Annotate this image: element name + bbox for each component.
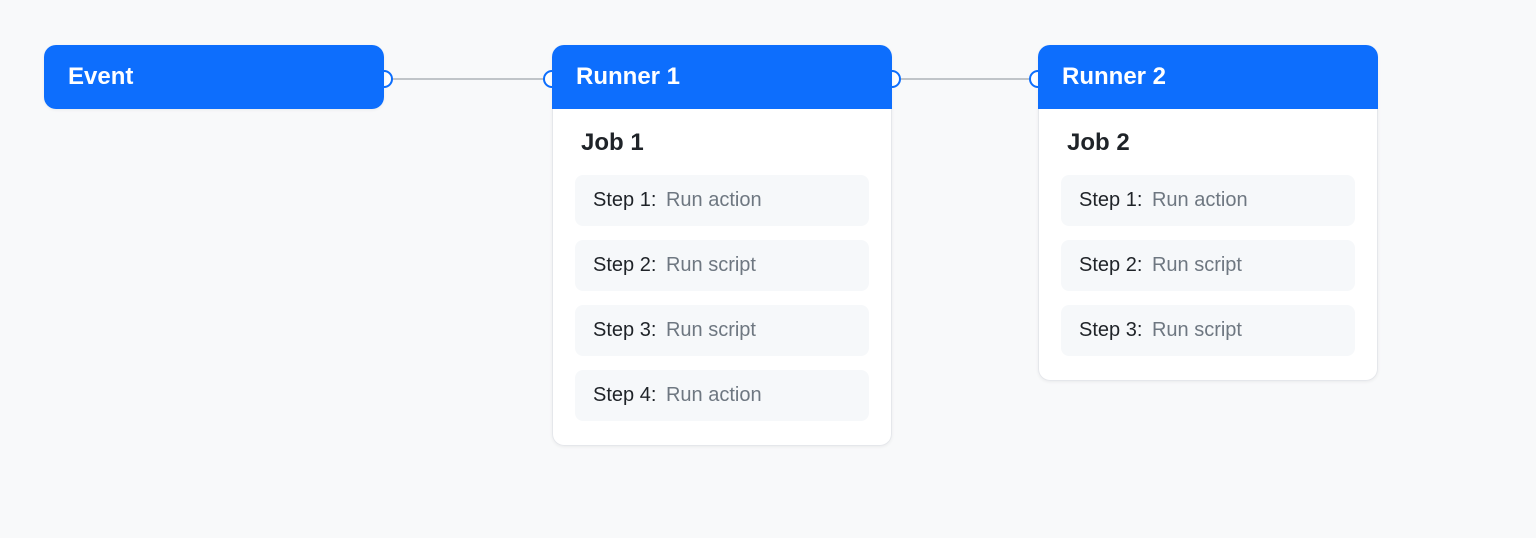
step-desc: Run action <box>666 189 762 211</box>
job-2-step-3: Step 3: Run script <box>1061 305 1355 356</box>
connector-runner1-to-runner2 <box>892 78 1038 80</box>
step-label: Step 1: <box>1079 189 1142 211</box>
event-node: Event <box>44 45 384 109</box>
step-desc: Run script <box>666 254 756 276</box>
step-desc: Run script <box>1152 254 1242 276</box>
step-desc: Run script <box>1152 319 1242 341</box>
job-1-step-2: Step 2: Run script <box>575 240 869 291</box>
job-1-title: Job 1 <box>575 129 869 157</box>
step-desc: Run action <box>1152 189 1248 211</box>
job-1-step-4: Step 4: Run action <box>575 370 869 421</box>
step-label: Step 2: <box>1079 254 1142 276</box>
job-1-step-1: Step 1: Run action <box>575 175 869 226</box>
step-label: Step 2: <box>593 254 656 276</box>
runner-1-body: Job 1 Step 1: Run action Step 2: Run scr… <box>552 109 892 446</box>
connector-event-to-runner1 <box>384 78 552 80</box>
runner-1-title: Runner 1 <box>552 45 892 109</box>
job-2-step-2: Step 2: Run script <box>1061 240 1355 291</box>
step-label: Step 4: <box>593 384 656 406</box>
step-label: Step 3: <box>1079 319 1142 341</box>
step-label: Step 3: <box>593 319 656 341</box>
runner-2-title: Runner 2 <box>1038 45 1378 109</box>
step-desc: Run script <box>666 319 756 341</box>
event-title: Event <box>44 45 384 109</box>
step-desc: Run action <box>666 384 762 406</box>
step-label: Step 1: <box>593 189 656 211</box>
job-1-step-3: Step 3: Run script <box>575 305 869 356</box>
job-2-step-1: Step 1: Run action <box>1061 175 1355 226</box>
runner-1-node: Runner 1 Job 1 Step 1: Run action Step 2… <box>552 45 892 446</box>
runner-2-body: Job 2 Step 1: Run action Step 2: Run scr… <box>1038 109 1378 381</box>
runner-2-node: Runner 2 Job 2 Step 1: Run action Step 2… <box>1038 45 1378 381</box>
job-2-title: Job 2 <box>1061 129 1355 157</box>
